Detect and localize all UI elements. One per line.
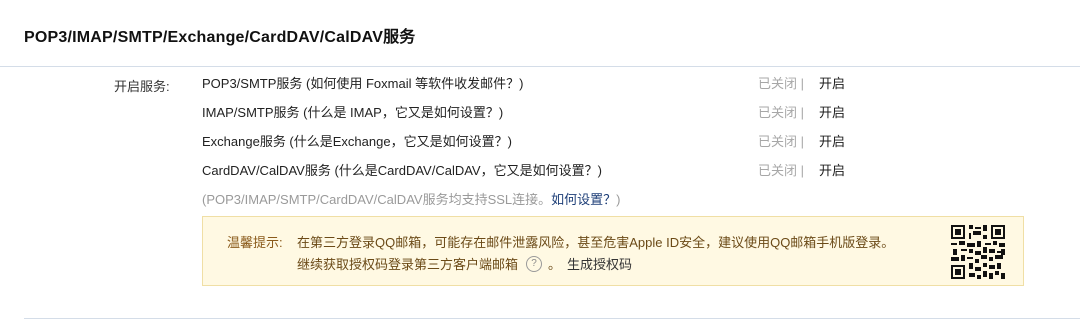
service-name-imap[interactable]: IMAP/SMTP服务 (什么是 IMAP，它又是如何设置？) (202, 102, 503, 121)
service-row-carddav: CardDAV/CalDAV服务 (什么是CardDAV/CalDAV，它又是如… (202, 160, 862, 180)
tip-box: 温馨提示: 在第三方登录QQ邮箱，可能存在邮件泄露风险，甚至危害Apple ID… (202, 216, 1024, 286)
services-label: 开启服务: (114, 79, 170, 94)
section-divider (24, 318, 1080, 319)
ssl-note-text: (POP3/IMAP/SMTP/CardDAV/CalDAV服务均支持SSL连接… (202, 192, 552, 207)
service-row-imap: IMAP/SMTP服务 (什么是 IMAP，它又是如何设置？) 已关闭 | 开启 (202, 102, 862, 122)
service-row-pop3: POP3/SMTP服务 (如何使用 Foxmail 等软件收发邮件？) 已关闭 … (202, 73, 862, 93)
service-name-exchange[interactable]: Exchange服务 (什么是Exchange，它又是如何设置？) (202, 131, 512, 150)
section-header: POP3/IMAP/SMTP/Exchange/CardDAV/CalDAV服务 (0, 0, 1080, 67)
open-button-exchange[interactable]: 开启 (819, 131, 845, 150)
open-button-carddav[interactable]: 开启 (819, 160, 845, 179)
tip-label: 温馨提示: (227, 235, 283, 250)
service-name-carddav[interactable]: CardDAV/CalDAV服务 (什么是CardDAV/CalDAV，它又是如… (202, 160, 602, 179)
ssl-note: (POP3/IMAP/SMTP/CardDAV/CalDAV服务均支持SSL连接… (202, 189, 621, 208)
open-button-pop3[interactable]: 开启 (819, 73, 845, 92)
qr-code-icon[interactable] (951, 225, 1005, 279)
status-exchange: 已关闭 | (758, 134, 804, 149)
tip-authcode-line: 继续获取授权码登录第三方客户端邮箱 ? 。 生成授权码 (297, 254, 632, 273)
ssl-note-close: ) (616, 192, 621, 207)
section-title: POP3/IMAP/SMTP/Exchange/CardDAV/CalDAV服务 (24, 29, 416, 46)
status-imap: 已关闭 | (758, 105, 804, 120)
service-row-exchange: Exchange服务 (什么是Exchange，它又是如何设置？) 已关闭 | … (202, 131, 862, 151)
open-button-imap[interactable]: 开启 (819, 102, 845, 121)
status-carddav: 已关闭 | (758, 163, 804, 178)
status-pop3: 已关闭 | (758, 76, 804, 91)
service-name-pop3[interactable]: POP3/SMTP服务 (如何使用 Foxmail 等软件收发邮件？) (202, 73, 523, 92)
generate-authcode-link[interactable]: 生成授权码 (567, 254, 632, 273)
ssl-howto-link[interactable]: 如何设置？ (551, 192, 616, 207)
tip-authcode-text: 继续获取授权码登录第三方客户端邮箱 (297, 257, 519, 272)
tip-line2-suffix: 。 (548, 257, 562, 272)
help-icon[interactable]: ? (526, 255, 543, 272)
tip-warning-text: 在第三方登录QQ邮箱，可能存在邮件泄露风险，甚至危害Apple ID安全，建议使… (297, 235, 895, 250)
